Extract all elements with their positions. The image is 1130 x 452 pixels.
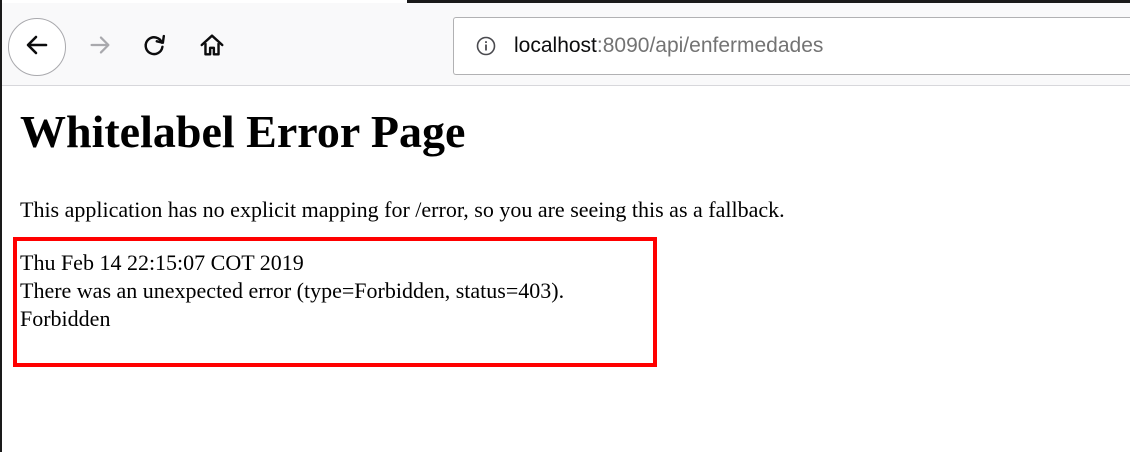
back-button[interactable] bbox=[8, 18, 66, 76]
home-icon bbox=[198, 31, 226, 64]
url-host: localhost bbox=[514, 34, 597, 57]
error-detail: Forbidden bbox=[20, 306, 111, 331]
error-message: There was an unexpected error (type=Forb… bbox=[20, 278, 565, 303]
forward-arrow-icon bbox=[86, 31, 114, 64]
back-arrow-icon bbox=[22, 30, 52, 65]
url-text: localhost:8090/api/enfermedades bbox=[514, 33, 823, 59]
error-description: This application has no explicit mapping… bbox=[20, 197, 785, 222]
home-button[interactable] bbox=[194, 29, 230, 65]
forward-button[interactable] bbox=[82, 29, 118, 65]
browser-toolbar: localhost:8090/api/enfermedades bbox=[2, 3, 1130, 86]
page-title: Whitelabel Error Page bbox=[20, 106, 466, 157]
reload-icon bbox=[140, 31, 168, 64]
page-content: Whitelabel Error Page This application h… bbox=[2, 86, 1130, 452]
address-bar[interactable]: localhost:8090/api/enfermedades bbox=[453, 17, 1130, 75]
reload-button[interactable] bbox=[136, 29, 172, 65]
error-timestamp: Thu Feb 14 22:15:07 COT 2019 bbox=[20, 250, 304, 275]
error-details: Thu Feb 14 22:15:07 COT 2019 There was a… bbox=[20, 249, 564, 333]
url-path: :8090/api/enfermedades bbox=[596, 34, 824, 57]
info-icon[interactable] bbox=[476, 36, 496, 56]
screenshot-frame: localhost:8090/api/enfermedades Whitelab… bbox=[0, 0, 1130, 452]
